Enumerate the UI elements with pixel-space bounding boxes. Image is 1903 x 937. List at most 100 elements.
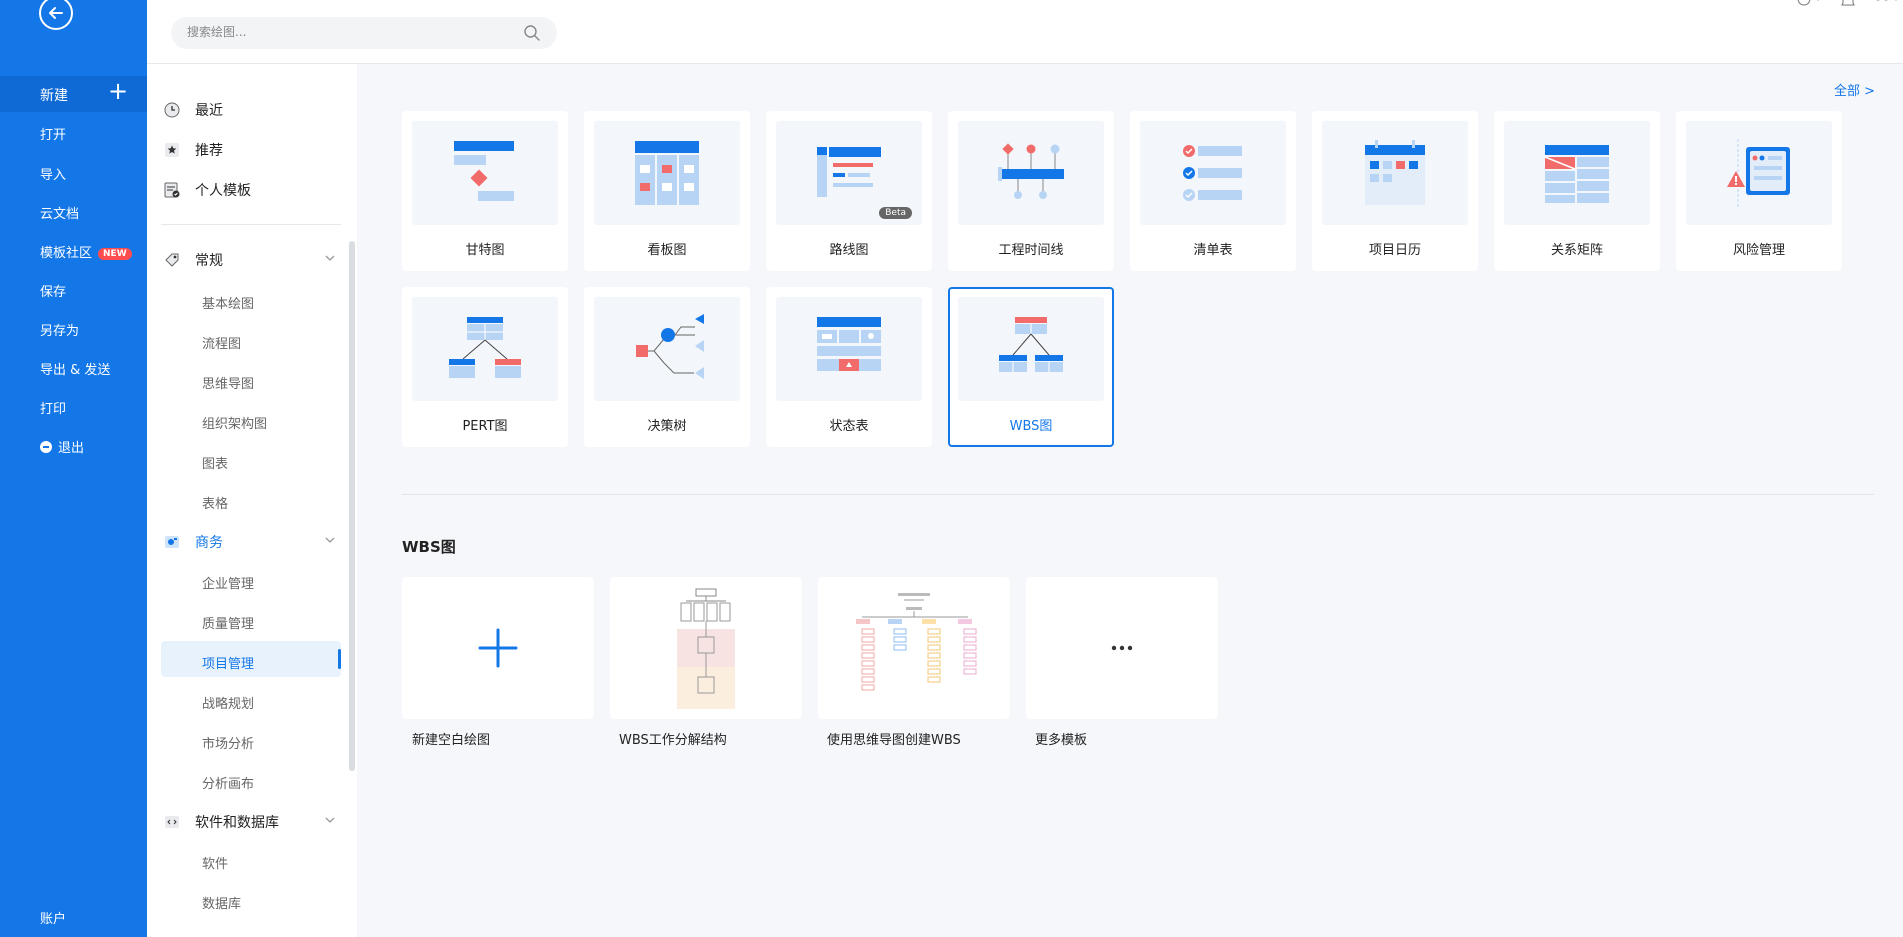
sub-strategic-planning[interactable]: 战略规划 [202,693,254,712]
cat-personal-templates[interactable]: 个人模板 [164,180,251,200]
sub-enterprise-management[interactable]: 企业管理 [202,573,254,592]
template-card-decision-tree[interactable]: 决策树 [584,287,750,447]
category-divider [161,224,341,225]
plus-icon[interactable]: + [108,79,128,103]
sub-org-chart[interactable]: 组织架构图 [202,413,267,432]
menu-save-as[interactable]: 另存为 [40,320,79,339]
search-input[interactable] [187,25,507,39]
business-icon [164,534,180,550]
more-templates-card[interactable] [1026,577,1218,719]
template-card-relation-matrix[interactable]: 关系矩阵 [1494,111,1660,271]
cat-business[interactable]: 商务 [164,532,223,552]
wbs-breakdown-card[interactable] [610,577,802,719]
cat-personal-templates-label: 个人模板 [195,183,251,199]
selected-category-indicator [338,649,341,669]
menu-account[interactable]: 账户 [40,908,66,927]
checklist-icon [1140,121,1286,225]
cat-recent[interactable]: 最近 [164,100,223,120]
template-card-kanban[interactable]: 看板图 [584,111,750,271]
sub-quality-management[interactable]: 质量管理 [202,613,254,632]
chevron-down-icon[interactable] [325,816,335,827]
menu-export-send[interactable]: 导出 & 发送 [40,359,110,378]
section-title: WBS图 [402,538,456,556]
sub-project-management[interactable]: 项目管理 [202,653,254,672]
new-blank-drawing-card[interactable] [402,577,594,719]
help-icon[interactable] [1797,0,1823,12]
sub-mindmap[interactable]: 思维导图 [202,373,254,392]
template-card-wbs[interactable]: WBS图 [948,287,1114,447]
template-label: 关系矩阵 [1550,243,1603,258]
section-divider [402,494,1874,495]
template-label: 清单表 [1193,243,1233,258]
cat-software-database[interactable]: 软件和数据库 [164,812,279,832]
menu-print[interactable]: 打印 [40,398,66,417]
cat-recommended-label: 推荐 [195,143,223,159]
template-gallery: 全部 > 甘特图 看板图 Beta 路线图 工程时间线 清单表 项目日历 关系矩… [357,64,1903,937]
sub-table[interactable]: 表格 [202,493,228,512]
search-icon[interactable] [523,24,541,46]
beta-badge: Beta [879,207,912,219]
exit-icon [40,441,52,453]
diagram-label: 更多模板 [1035,733,1088,748]
menu-open[interactable]: 打开 [40,124,66,143]
sub-database[interactable]: 数据库 [202,893,241,912]
template-card-engineering-timeline[interactable]: 工程时间线 [948,111,1114,271]
template-card-roadmap[interactable]: Beta 路线图 [766,111,932,271]
status-table-icon [776,297,922,401]
template-card-project-calendar[interactable]: 项目日历 [1312,111,1478,271]
sub-basic-drawing[interactable]: 基本绘图 [202,293,254,312]
sub-analysis-canvas[interactable]: 分析画布 [202,773,254,792]
kanban-icon [594,121,740,225]
top-right-icons [1797,0,1903,12]
back-arrow-icon [39,0,73,30]
menu-save[interactable]: 保存 [40,281,66,300]
menu-template-community[interactable]: 模板社区 NEW [40,242,132,261]
back-button[interactable] [39,0,73,30]
gantt-icon [412,121,558,225]
template-card-pert[interactable]: PERT图 [402,287,568,447]
chevron-down-icon[interactable] [325,536,335,547]
sub-chart[interactable]: 图表 [202,453,228,472]
cat-business-label: 商务 [195,535,223,551]
menu-new[interactable]: 新建 [40,85,68,105]
template-label: 工程时间线 [998,243,1064,258]
cat-general-label: 常规 [195,253,223,269]
category-scrollbar[interactable] [349,241,355,771]
cat-general[interactable]: 常规 [164,250,223,270]
top-bar [147,0,1903,64]
timeline-icon [958,121,1104,225]
diagram-label: 新建空白绘图 [412,733,491,748]
template-label: 路线图 [829,243,869,258]
menu-cloud-docs[interactable]: 云文档 [40,203,79,222]
cat-recommended[interactable]: 推荐 [164,140,223,160]
search-box[interactable] [171,17,557,49]
diagram-label: WBS工作分解结构 [619,733,727,748]
new-badge: NEW [98,248,132,260]
template-card-status-table[interactable]: 状态表 [766,287,932,447]
template-card-risk-management[interactable]: 风险管理 [1676,111,1842,271]
template-card-checklist[interactable]: 清单表 [1130,111,1296,271]
decision-tree-icon [594,297,740,401]
file-menu-sidebar: 新建 + 打开 导入 云文档 模板社区 NEW 保存 另存为 导出 & 发送 打印… [0,0,147,937]
wbs-icon [958,297,1104,401]
clock-icon [164,102,180,118]
risk-icon [1686,121,1832,225]
menu-exit[interactable]: 退出 [40,437,84,456]
view-all-link[interactable]: 全部 > [1834,80,1875,99]
template-card-gantt[interactable]: 甘特图 [402,111,568,271]
sub-software[interactable]: 软件 [202,853,228,872]
chevron-down-icon[interactable] [325,254,335,265]
personal-template-icon [164,182,180,198]
apps-icon[interactable] [1873,0,1903,12]
menu-import[interactable]: 导入 [40,164,66,183]
plus-icon [478,628,518,668]
cat-recent-label: 最近 [195,103,223,119]
diagram-label: 使用思维导图创建WBS [827,733,961,748]
bell-icon[interactable] [1841,0,1855,12]
sub-flowchart[interactable]: 流程图 [202,333,241,352]
mindmap-wbs-card[interactable] [818,577,1010,719]
template-label: 风险管理 [1732,243,1785,258]
sub-market-analysis[interactable]: 市场分析 [202,733,254,752]
code-icon [164,814,180,830]
tag-icon [164,252,180,268]
